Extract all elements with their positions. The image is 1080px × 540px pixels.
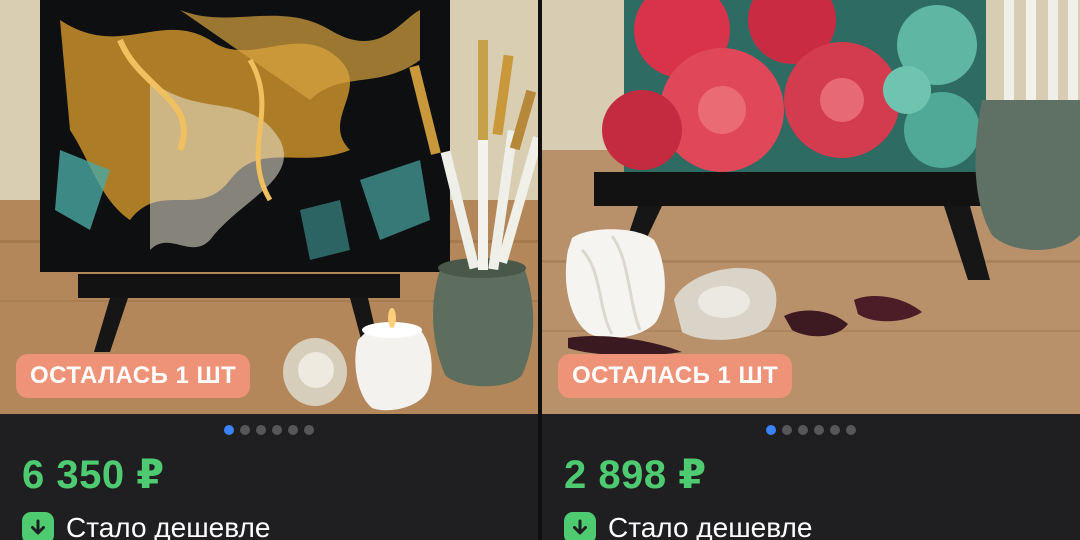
- carousel-dot[interactable]: [224, 425, 234, 435]
- product-price: 2 898 ₽: [564, 453, 707, 497]
- product-card[interactable]: ОСТАЛАСЬ 1 ШТ 2 898 ₽ Стало дешевле: [542, 0, 1080, 540]
- carousel-dot[interactable]: [798, 425, 808, 435]
- carousel-dot[interactable]: [814, 425, 824, 435]
- product-grid: ОСТАЛАСЬ 1 ШТ 6 350 ₽ Стало дешевле ОСТА…: [0, 0, 1080, 540]
- carousel-dots[interactable]: [0, 425, 538, 435]
- price-drop-label: Стало дешевле: [608, 512, 813, 540]
- stock-badge: ОСТАЛАСЬ 1 ШТ: [558, 354, 793, 398]
- product-photo[interactable]: ОСТАЛАСЬ 1 ШТ: [0, 0, 538, 414]
- carousel-dot[interactable]: [766, 425, 776, 435]
- carousel-dot[interactable]: [846, 425, 856, 435]
- carousel-dot[interactable]: [272, 425, 282, 435]
- carousel-dot[interactable]: [304, 425, 314, 435]
- carousel-dot[interactable]: [288, 425, 298, 435]
- product-price: 6 350 ₽: [22, 453, 165, 497]
- price-drop-label: Стало дешевле: [66, 512, 271, 540]
- stock-badge: ОСТАЛАСЬ 1 ШТ: [16, 354, 251, 398]
- carousel-dot[interactable]: [830, 425, 840, 435]
- carousel-dot[interactable]: [240, 425, 250, 435]
- arrow-down-icon: [22, 512, 54, 540]
- price-drop-tag: Стало дешевле: [564, 512, 812, 540]
- product-photo[interactable]: ОСТАЛАСЬ 1 ШТ: [542, 0, 1080, 414]
- carousel-dots[interactable]: [542, 425, 1080, 435]
- carousel-dot[interactable]: [256, 425, 266, 435]
- price-drop-tag: Стало дешевле: [22, 512, 270, 540]
- arrow-down-icon: [564, 512, 596, 540]
- product-card[interactable]: ОСТАЛАСЬ 1 ШТ 6 350 ₽ Стало дешевле: [0, 0, 538, 540]
- carousel-dot[interactable]: [782, 425, 792, 435]
- roses-painting-image: [542, 0, 1080, 414]
- owl-painting-image: [0, 0, 538, 414]
